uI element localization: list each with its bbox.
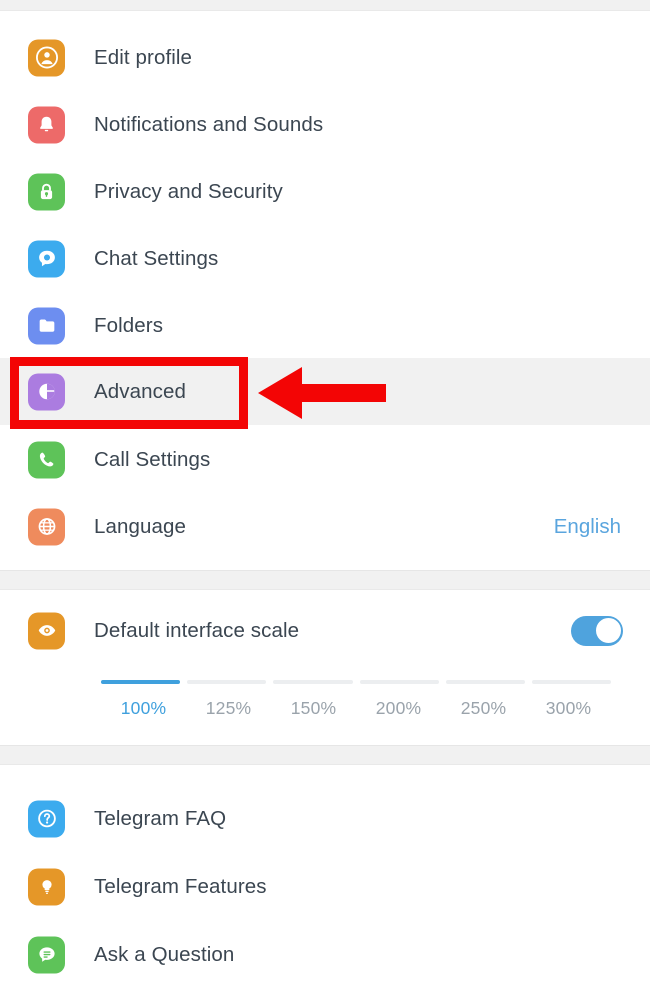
settings-row-folders[interactable]: Folders bbox=[0, 292, 650, 359]
settings-row-telegram-features[interactable]: Telegram Features bbox=[0, 853, 650, 920]
settings-row-label: Privacy and Security bbox=[94, 179, 283, 203]
scale-option-100[interactable]: 100% bbox=[101, 698, 186, 719]
settings-row-ask-a-question[interactable]: Ask a Question bbox=[0, 921, 650, 988]
lock-icon bbox=[28, 173, 65, 210]
scale-segment[interactable] bbox=[531, 680, 612, 684]
language-value[interactable]: English bbox=[554, 515, 621, 539]
interface-scale-toggle[interactable] bbox=[571, 615, 623, 646]
message-lines-icon bbox=[28, 936, 65, 973]
settings-row-label: Call Settings bbox=[94, 447, 211, 471]
bell-icon bbox=[28, 106, 65, 143]
settings-row-notifications-and-sounds[interactable]: Notifications and Sounds bbox=[0, 91, 650, 158]
scale-slider-track[interactable] bbox=[101, 680, 612, 684]
settings-row-label: Chat Settings bbox=[94, 246, 219, 270]
scale-segment[interactable] bbox=[445, 680, 525, 684]
settings-row-default-interface-scale[interactable]: Default interface scale bbox=[0, 597, 650, 664]
scale-option-250[interactable]: 250% bbox=[441, 698, 526, 719]
settings-row-label: Telegram Features bbox=[94, 874, 267, 898]
interface-scale-slider[interactable]: 100% 125% 150% 200% 250% 300% bbox=[101, 680, 612, 719]
folder-icon bbox=[28, 307, 65, 344]
lightbulb-icon bbox=[28, 868, 65, 905]
settings-row-call-settings[interactable]: Call Settings bbox=[0, 426, 650, 493]
scale-segment[interactable] bbox=[273, 680, 353, 684]
scale-slider-labels: 100% 125% 150% 200% 250% 300% bbox=[101, 698, 611, 719]
scale-segment[interactable] bbox=[187, 680, 267, 684]
chat-bubble-icon bbox=[28, 240, 65, 277]
section-separator-band-1 bbox=[0, 570, 650, 590]
top-separator-band bbox=[0, 0, 650, 11]
settings-row-chat-settings[interactable]: Chat Settings bbox=[0, 225, 650, 292]
settings-row-label: Ask a Question bbox=[94, 942, 235, 966]
question-mark-icon bbox=[28, 800, 65, 837]
settings-row-privacy-and-security[interactable]: Privacy and Security bbox=[0, 158, 650, 225]
eye-icon bbox=[28, 612, 65, 649]
contrast-icon bbox=[28, 373, 65, 410]
scale-option-125[interactable]: 125% bbox=[186, 698, 271, 719]
settings-row-edit-profile[interactable]: Edit profile bbox=[0, 24, 650, 91]
scale-segment[interactable] bbox=[359, 680, 439, 684]
settings-row-label: Notifications and Sounds bbox=[94, 112, 324, 136]
settings-row-label: Advanced bbox=[94, 379, 186, 403]
telegram-settings-panel: Edit profile Notifications and Sounds Pr… bbox=[0, 0, 650, 996]
globe-icon bbox=[28, 508, 65, 545]
section-separator-band-2 bbox=[0, 745, 650, 765]
settings-row-advanced[interactable]: Advanced bbox=[0, 358, 650, 425]
settings-row-label: Language bbox=[94, 514, 187, 538]
settings-row-language[interactable]: Language English bbox=[0, 493, 650, 560]
user-avatar-icon bbox=[28, 39, 65, 76]
phone-icon bbox=[28, 441, 65, 478]
settings-row-label: Folders bbox=[94, 313, 164, 337]
settings-row-label: Telegram FAQ bbox=[94, 806, 227, 830]
settings-row-label: Default interface scale bbox=[94, 618, 300, 642]
scale-option-150[interactable]: 150% bbox=[271, 698, 356, 719]
scale-segment[interactable] bbox=[101, 680, 181, 684]
scale-option-200[interactable]: 200% bbox=[356, 698, 441, 719]
scale-option-300[interactable]: 300% bbox=[526, 698, 611, 719]
settings-row-label: Edit profile bbox=[94, 45, 193, 69]
settings-row-telegram-faq[interactable]: Telegram FAQ bbox=[0, 785, 650, 852]
toggle-knob bbox=[594, 617, 622, 644]
